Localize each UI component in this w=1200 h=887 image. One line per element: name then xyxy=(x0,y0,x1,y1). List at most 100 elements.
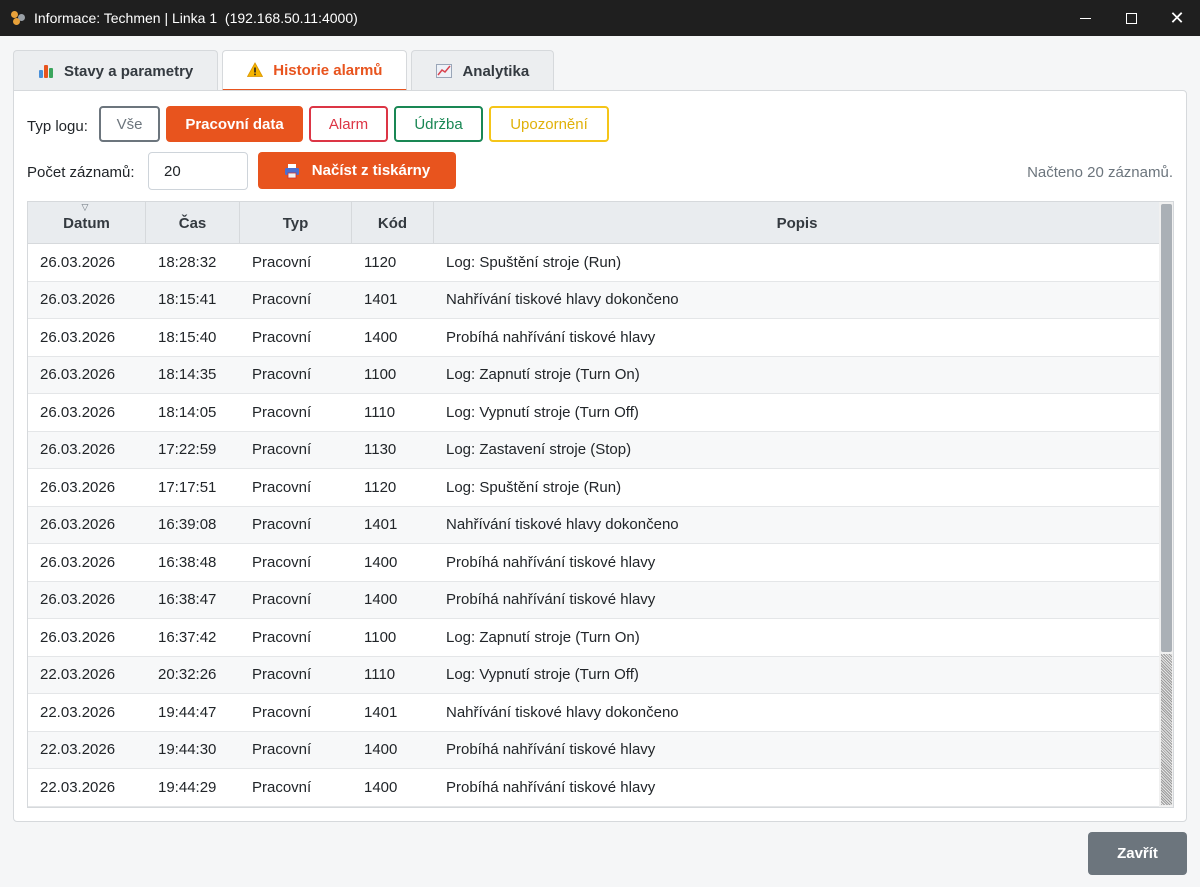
table-row[interactable]: 26.03.2026 17:22:59 Pracovní 1130 Log: Zasta… xyxy=(28,431,1160,469)
log-table: ▽ Datum Čas Typ Kód Popis 26.03.2026 18:2… xyxy=(27,201,1174,808)
title-bar: Informace: Techmen | Linka 1 (192.168.50… xyxy=(0,0,1200,36)
cell-code: 1401 xyxy=(364,516,398,534)
alarm-history-panel: Typ logu: Vše Pracovní data Alarm Údržba… xyxy=(13,90,1187,822)
cell-date: 22.03.2026 xyxy=(40,703,116,721)
cell-type: Pracovní xyxy=(252,741,312,759)
table-row[interactable]: 26.03.2026 16:38:47 Pracovní 1400 Probíhá na… xyxy=(28,581,1160,619)
cell-code: 1110 xyxy=(364,403,396,421)
filter-work-data-button[interactable]: Pracovní data xyxy=(166,106,303,142)
cell-type: Pracovní xyxy=(252,628,312,646)
cell-date: 26.03.2026 xyxy=(40,591,116,609)
cell-type: Pracovní xyxy=(252,328,312,346)
table-row[interactable]: 26.03.2026 18:15:41 Pracovní 1401 Nahřívání … xyxy=(28,281,1160,319)
cell-description: Probíhá nahřívání tiskové hlavy xyxy=(446,741,656,759)
cell-time: 20:32:26 xyxy=(158,666,217,684)
line-chart-icon xyxy=(436,63,453,79)
tab-label: Historie alarmů xyxy=(273,61,383,79)
cell-date: 22.03.2026 xyxy=(40,741,116,759)
cell-description: Nahřívání tiskové hlavy dokončeno xyxy=(446,291,679,309)
table-row[interactable]: 22.03.2026 19:44:47 Pracovní 1401 Nahřívání … xyxy=(28,694,1160,732)
cell-date: 26.03.2026 xyxy=(40,253,116,271)
tab-analytics[interactable]: Analytika xyxy=(411,50,555,91)
filter-alarm-button[interactable]: Alarm xyxy=(309,106,388,142)
filter-all-button[interactable]: Vše xyxy=(99,106,160,142)
close-window-button[interactable]: ✕ xyxy=(1154,0,1200,36)
cell-description: Log: Spuštění stroje (Run) xyxy=(446,253,622,271)
sort-descending-icon: ▽ xyxy=(81,202,89,212)
cell-date: 22.03.2026 xyxy=(40,778,116,796)
cell-type: Pracovní xyxy=(252,253,312,271)
filter-warning-button[interactable]: Upozornění xyxy=(489,106,609,142)
cell-type: Pracovní xyxy=(252,366,312,384)
cell-code: 1400 xyxy=(364,328,398,346)
cell-time: 18:14:35 xyxy=(158,366,217,384)
cell-description: Nahřívání tiskové hlavy dokončeno xyxy=(446,516,679,534)
cell-description: Log: Zapnutí stroje (Turn On) xyxy=(446,366,640,384)
load-from-printer-button[interactable]: Načíst z tiskárny xyxy=(258,152,456,189)
tab-label: Analytika xyxy=(462,62,530,80)
cell-time: 19:44:47 xyxy=(158,703,217,721)
minimize-icon xyxy=(1079,17,1091,19)
log-type-label: Typ logu: xyxy=(27,118,88,135)
cell-description: Probíhá nahřívání tiskové hlavy xyxy=(446,328,656,346)
table-row[interactable]: 22.03.2026 19:44:30 Pracovní 1400 Probíhá na… xyxy=(28,731,1160,769)
table-row[interactable]: 26.03.2026 18:14:05 Pracovní 1110 Log: Vypnu… xyxy=(28,394,1160,432)
cell-description: Nahřívání tiskové hlavy dokončeno xyxy=(446,703,679,721)
cell-code: 1401 xyxy=(364,703,398,721)
table-header: ▽ Datum Čas Typ Kód Popis xyxy=(28,202,1160,244)
cell-type: Pracovní xyxy=(252,478,312,496)
table-row[interactable]: 26.03.2026 16:37:42 Pracovní 1100 Log: Zapnu… xyxy=(28,619,1160,657)
column-header-date[interactable]: ▽ Datum xyxy=(28,202,146,244)
table-row[interactable]: 26.03.2026 18:14:35 Pracovní 1100 Log: Zapnu… xyxy=(28,356,1160,394)
tab-alarm-history[interactable]: Historie alarmů xyxy=(222,50,408,91)
cell-time: 19:44:30 xyxy=(158,741,217,759)
cell-description: Probíhá nahřívání tiskové hlavy xyxy=(446,591,656,609)
table-row[interactable]: 26.03.2026 18:28:32 Pracovní 1120 Log: Spušt… xyxy=(28,244,1160,282)
column-header-time[interactable]: Čas xyxy=(146,202,240,244)
cell-time: 18:15:40 xyxy=(158,328,217,346)
cell-date: 26.03.2026 xyxy=(40,441,116,459)
record-count-label: Počet záznamů: xyxy=(27,164,135,181)
table-row[interactable]: 26.03.2026 16:38:48 Pracovní 1400 Probíhá na… xyxy=(28,544,1160,582)
minimize-button[interactable] xyxy=(1062,0,1108,36)
cell-date: 26.03.2026 xyxy=(40,553,116,571)
cell-date: 26.03.2026 xyxy=(40,291,116,309)
table-scrollbar[interactable] xyxy=(1159,202,1173,807)
table-row[interactable]: 26.03.2026 16:39:08 Pracovní 1401 Nahřívání … xyxy=(28,506,1160,544)
record-count-input[interactable] xyxy=(148,152,248,190)
cell-type: Pracovní xyxy=(252,516,312,534)
table-row[interactable]: 26.03.2026 17:17:51 Pracovní 1120 Log: Spušt… xyxy=(28,469,1160,507)
close-button[interactable]: Zavřít xyxy=(1088,832,1187,875)
cell-code: 1120 xyxy=(364,253,397,271)
tab-status-parameters[interactable]: Stavy a parametry xyxy=(13,50,219,91)
cell-code: 1110 xyxy=(364,666,396,684)
cell-date: 26.03.2026 xyxy=(40,516,116,534)
warning-icon xyxy=(247,62,264,78)
cell-code: 1400 xyxy=(364,741,398,759)
cell-description: Log: Zastavení stroje (Stop) xyxy=(446,441,632,459)
scrollbar-track[interactable] xyxy=(1161,654,1172,805)
cell-time: 16:38:48 xyxy=(158,553,217,571)
cell-code: 1401 xyxy=(364,291,398,309)
cell-description: Log: Zapnutí stroje (Turn On) xyxy=(446,628,640,646)
maximize-icon xyxy=(1125,12,1137,24)
column-header-code[interactable]: Kód xyxy=(352,202,434,244)
table-row[interactable]: 22.03.2026 20:32:26 Pracovní 1110 Log: Vypnu… xyxy=(28,656,1160,694)
window-controls: ✕ xyxy=(1062,0,1200,36)
table-row[interactable]: 22.03.2026 19:44:29 Pracovní 1400 Probíhá na… xyxy=(28,769,1160,807)
cell-time: 16:37:42 xyxy=(158,628,217,646)
close-icon: ✕ xyxy=(1169,8,1185,28)
cell-description: Probíhá nahřívání tiskové hlavy xyxy=(446,778,656,796)
column-header-description[interactable]: Popis xyxy=(434,202,1160,244)
cell-date: 26.03.2026 xyxy=(40,328,116,346)
column-header-type[interactable]: Typ xyxy=(240,202,352,244)
cell-time: 19:44:29 xyxy=(158,778,217,796)
table-row[interactable]: 26.03.2026 18:15:40 Pracovní 1400 Probíhá na… xyxy=(28,319,1160,357)
cell-time: 18:28:32 xyxy=(158,253,217,271)
cell-time: 17:22:59 xyxy=(158,441,217,459)
scrollbar-thumb[interactable] xyxy=(1161,204,1172,652)
maximize-button[interactable] xyxy=(1108,0,1154,36)
cell-date: 26.03.2026 xyxy=(40,478,116,496)
cell-date: 22.03.2026 xyxy=(40,666,116,684)
filter-maintenance-button[interactable]: Údržba xyxy=(394,106,483,142)
